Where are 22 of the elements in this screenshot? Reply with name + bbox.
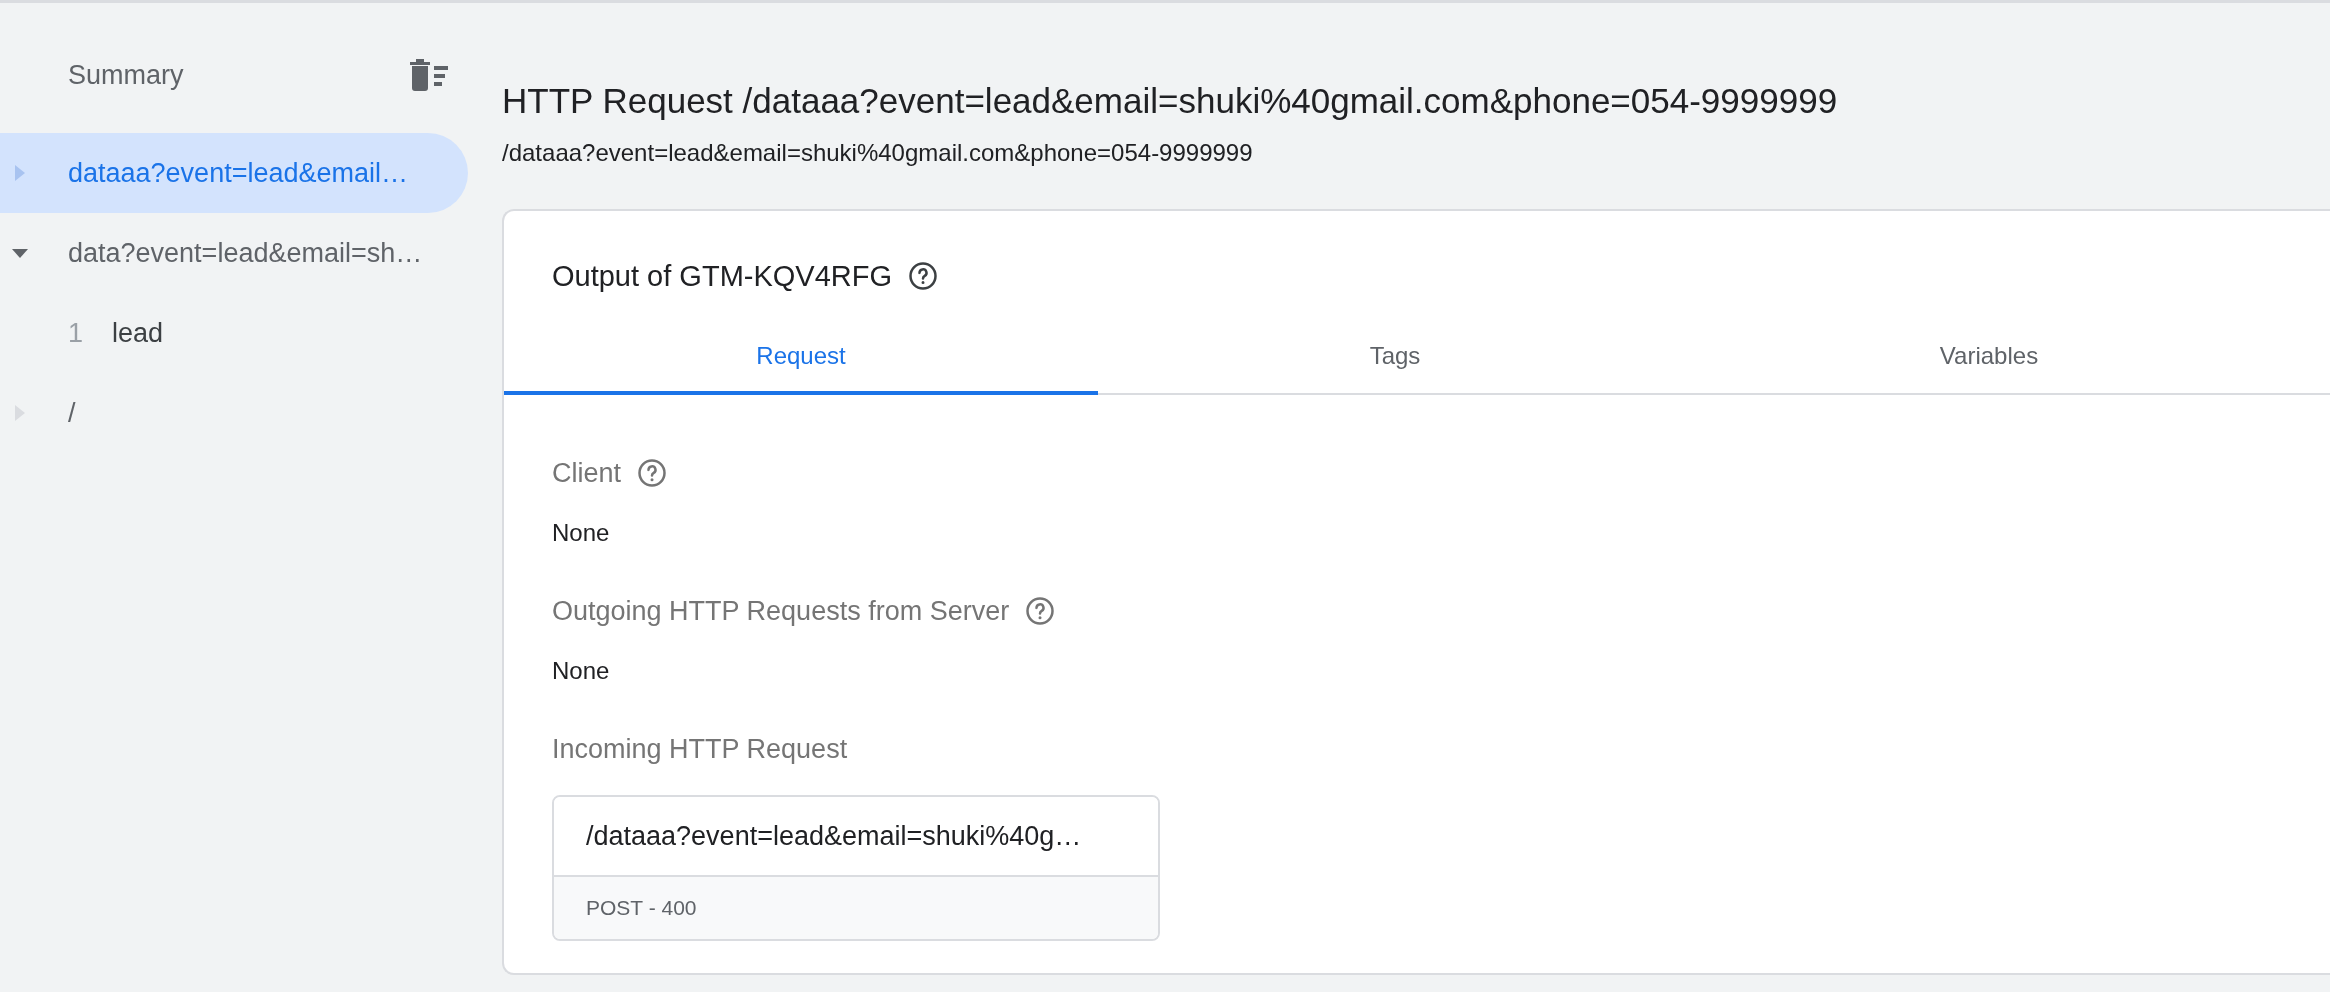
card-title: Output of GTM-KQV4RFG	[552, 259, 893, 293]
section-value: None	[552, 657, 611, 685]
tag-item[interactable]: 1 lead	[0, 293, 468, 373]
tab[interactable]: Request	[504, 321, 1098, 395]
trash-icon[interactable]	[408, 58, 450, 92]
request-url[interactable]: /dataaa?event=lead&email=shuki%40g…	[554, 797, 1158, 877]
request-status: POST - 400	[554, 877, 1158, 939]
event-item[interactable]: dataaa?event=lead&email…	[0, 133, 468, 213]
tab[interactable]: Variables	[1692, 321, 2286, 395]
help-icon[interactable]	[1025, 596, 1056, 626]
section-label: Outgoing HTTP Requests from Server	[552, 595, 1010, 627]
section-label: Client	[552, 457, 622, 489]
event-item[interactable]: /	[0, 373, 468, 453]
tab[interactable]: Tags	[1098, 321, 1692, 395]
page-title: HTTP Request /dataaa?event=lead&email=shuki%40gmail.com&phone=054-9999999	[502, 81, 1839, 121]
section-label: Incoming HTTP Request	[552, 733, 848, 765]
section-value: None	[552, 519, 611, 547]
request-path: /dataaa?event=lead&email=shuki%40gmail.com&phone=054-9999999	[502, 139, 1254, 167]
event-item[interactable]: data?event=lead&email=sh…	[0, 213, 468, 293]
help-icon[interactable]	[908, 261, 939, 291]
sidebar-title[interactable]: Summary	[68, 59, 184, 91]
help-icon[interactable]	[637, 458, 668, 488]
